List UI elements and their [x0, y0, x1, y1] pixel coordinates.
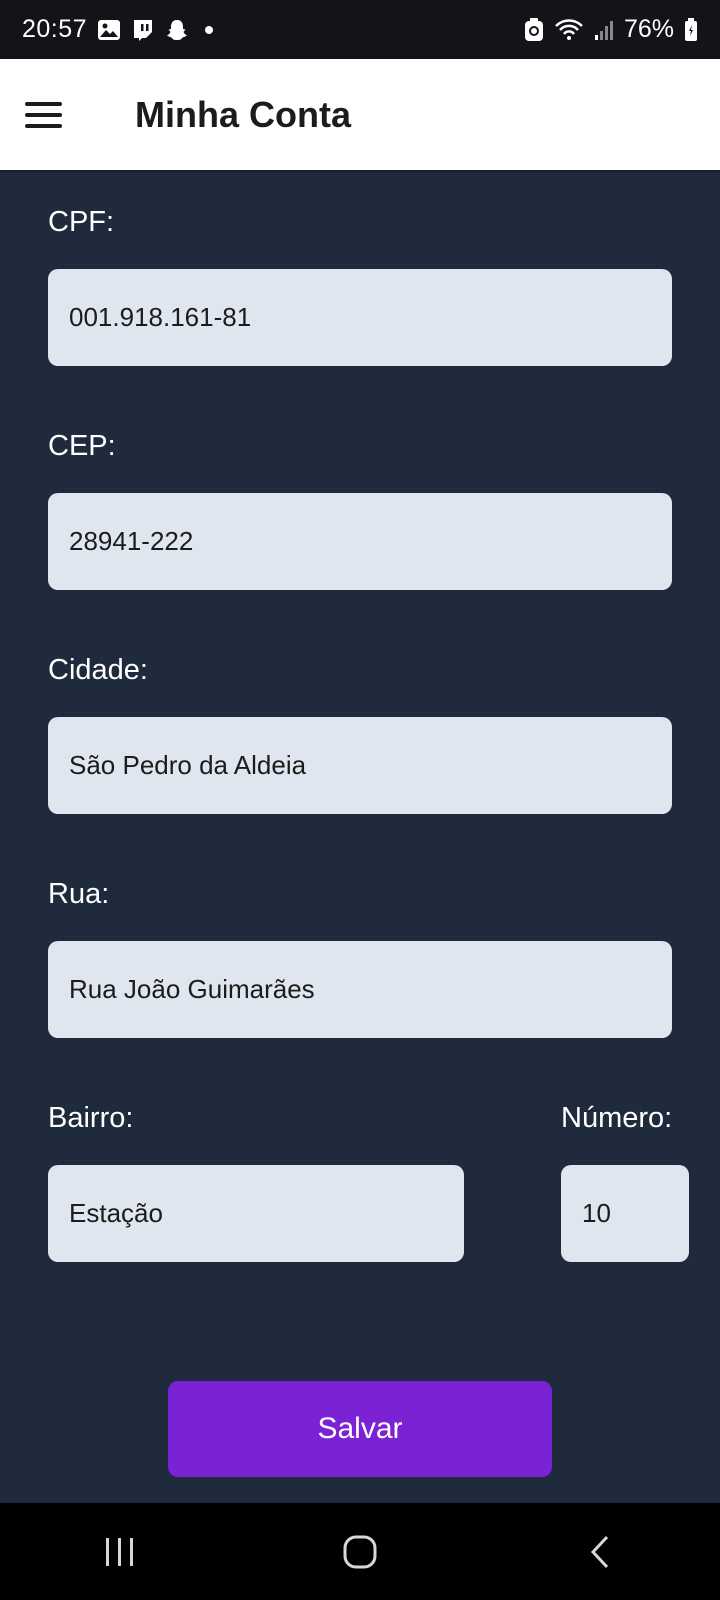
snapchat-icon — [165, 18, 189, 42]
cidade-label: Cidade: — [48, 654, 148, 686]
menu-line — [25, 123, 62, 128]
save-button[interactable]: Salvar — [168, 1381, 552, 1477]
page-title: Minha Conta — [135, 93, 351, 135]
recent-apps-icon[interactable] — [80, 1522, 160, 1582]
notification-dot — [205, 25, 214, 34]
signal-icon — [594, 19, 614, 41]
battery-icon — [684, 17, 698, 42]
home-icon[interactable] — [320, 1522, 400, 1582]
status-time: 20:57 — [22, 15, 88, 43]
hamburger-menu-icon[interactable] — [25, 87, 81, 143]
cep-label: CEP: — [48, 430, 116, 462]
app-bar: Minha Conta — [0, 59, 720, 170]
numero-label: Número: — [561, 1102, 673, 1134]
twitch-icon — [131, 18, 155, 42]
status-bar: 20:57 76% — [0, 0, 720, 59]
system-nav-bar — [0, 1503, 720, 1600]
numero-input[interactable] — [561, 1165, 689, 1262]
cidade-input[interactable] — [48, 717, 672, 814]
cpf-input[interactable] — [48, 269, 672, 366]
rua-input[interactable] — [48, 941, 672, 1038]
menu-line — [25, 112, 62, 117]
cpf-label: CPF: — [48, 206, 115, 238]
wifi-icon — [554, 18, 584, 42]
bairro-input[interactable] — [48, 1165, 464, 1262]
back-icon[interactable] — [560, 1522, 640, 1582]
gallery-icon — [97, 19, 121, 41]
menu-line — [25, 101, 62, 106]
status-left: 20:57 — [22, 15, 214, 44]
battery-percent: 76% — [623, 15, 674, 43]
bairro-label: Bairro: — [48, 1102, 134, 1134]
status-right: 76% — [524, 15, 698, 44]
rua-label: Rua: — [48, 878, 110, 910]
recycle-icon — [524, 17, 544, 42]
cep-input[interactable] — [48, 493, 672, 590]
